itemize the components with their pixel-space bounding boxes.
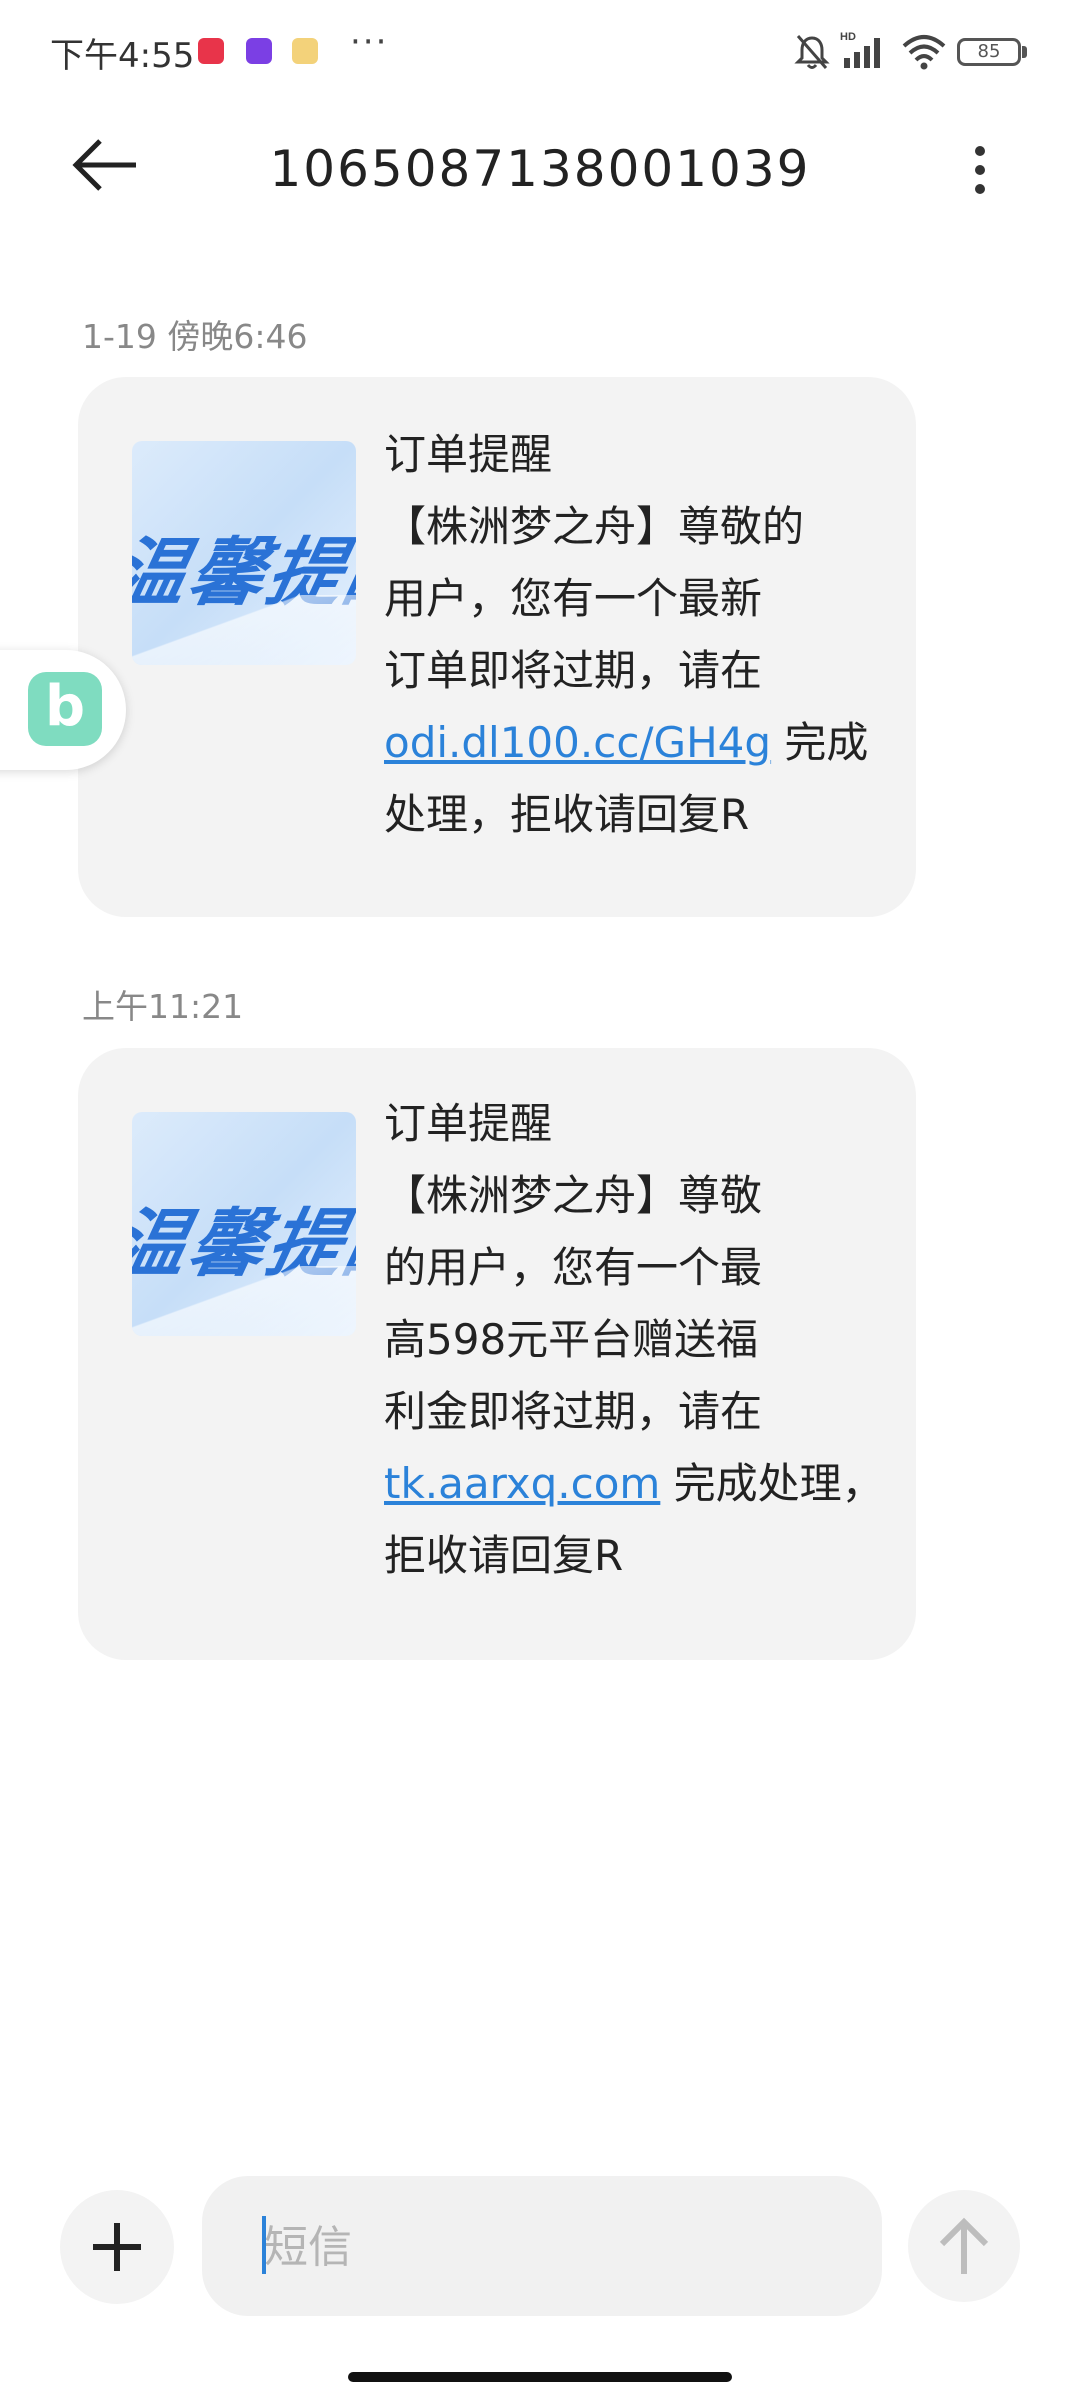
more-dot-icon [975, 146, 985, 156]
message-input-container[interactable] [202, 2176, 882, 2316]
wifi-icon [900, 32, 948, 72]
battery-indicator: 85 [957, 38, 1021, 66]
message-thumbnail[interactable]: 温馨提醒 [132, 441, 356, 665]
message-bubble[interactable]: 温馨提醒 订单提醒 【株洲梦之舟】尊敬的 用户，您有一个最新 订单即将过期，请在… [78, 377, 916, 917]
send-button[interactable] [908, 2190, 1020, 2302]
message-line: 用户，您有一个最新 [384, 574, 763, 623]
plus-icon [93, 2223, 141, 2271]
message-body: 订单提醒 【株洲梦之舟】尊敬 的用户，您有一个最 高598元平台赠送福 利金即将… [384, 1088, 884, 1592]
conversation-title: 1065087138001039 [269, 140, 811, 198]
assistant-b-icon: b [28, 672, 102, 746]
text-caret [262, 2216, 266, 2274]
attach-button[interactable] [60, 2190, 174, 2304]
message-line: 【株洲梦之舟】尊敬的 [384, 502, 805, 551]
message-line-with-link: odi.dl100.cc/GH4g 完成 [384, 707, 868, 779]
message-line: 【株洲梦之舟】尊敬 [384, 1171, 763, 1220]
message-line: 高598元平台赠送福 [384, 1315, 759, 1364]
thumbnail-decoration [132, 1266, 356, 1336]
message-line: 订单提醒 [384, 430, 553, 479]
message-line: 的用户，您有一个最 [384, 1243, 763, 1292]
more-dot-icon [975, 184, 985, 194]
message-bubble[interactable]: 温馨提醒 订单提醒 【株洲梦之舟】尊敬 的用户，您有一个最 高598元平台赠送福… [78, 1048, 916, 1660]
more-options-button[interactable] [960, 140, 1000, 200]
message-timestamp: 上午11:21 [82, 987, 244, 1026]
music-app-icon [246, 38, 272, 64]
message-line: 订单提醒 [384, 1099, 553, 1148]
message-line: 拒收请回复R [384, 1531, 624, 1580]
thumbnail-decoration [132, 595, 356, 665]
message-line-with-link: tk.aarxq.com 完成处理， [384, 1448, 884, 1520]
svg-text:HD: HD [840, 31, 856, 43]
message-timestamp: 1-19 傍晚6:46 [82, 317, 308, 356]
more-dot-icon [975, 165, 985, 175]
message-link[interactable]: tk.aarxq.com [384, 1459, 660, 1508]
message-line: 处理，拒收请回复R [384, 790, 750, 839]
status-time: 下午4:55 [50, 36, 195, 76]
up-arrow-icon [939, 2217, 989, 2274]
home-indicator[interactable] [348, 2372, 732, 2382]
shopping-app-icon [198, 38, 224, 64]
mute-icon [792, 32, 832, 72]
message-line: 订单即将过期，请在 [384, 646, 763, 695]
message-text: 完成 [771, 718, 869, 767]
back-button[interactable] [70, 135, 150, 205]
message-body: 订单提醒 【株洲梦之舟】尊敬的 用户，您有一个最新 订单即将过期，请在 odi.… [384, 419, 868, 851]
floating-assistant-button[interactable]: b [0, 650, 126, 770]
notes-app-icon [292, 38, 318, 64]
message-thumbnail[interactable]: 温馨提醒 [132, 1112, 356, 1336]
back-arrow-icon [72, 139, 136, 191]
message-text: 完成处理， [660, 1459, 884, 1508]
status-bar: 下午4:55 ··· HD 85 [0, 0, 1080, 100]
more-notifications-icon: ··· [350, 22, 389, 62]
message-line: 利金即将过期，请在 [384, 1387, 763, 1436]
cellular-signal-icon: HD [840, 30, 890, 72]
message-input[interactable] [262, 2214, 826, 2280]
message-link[interactable]: odi.dl100.cc/GH4g [384, 718, 771, 767]
battery-tip [1022, 46, 1027, 58]
